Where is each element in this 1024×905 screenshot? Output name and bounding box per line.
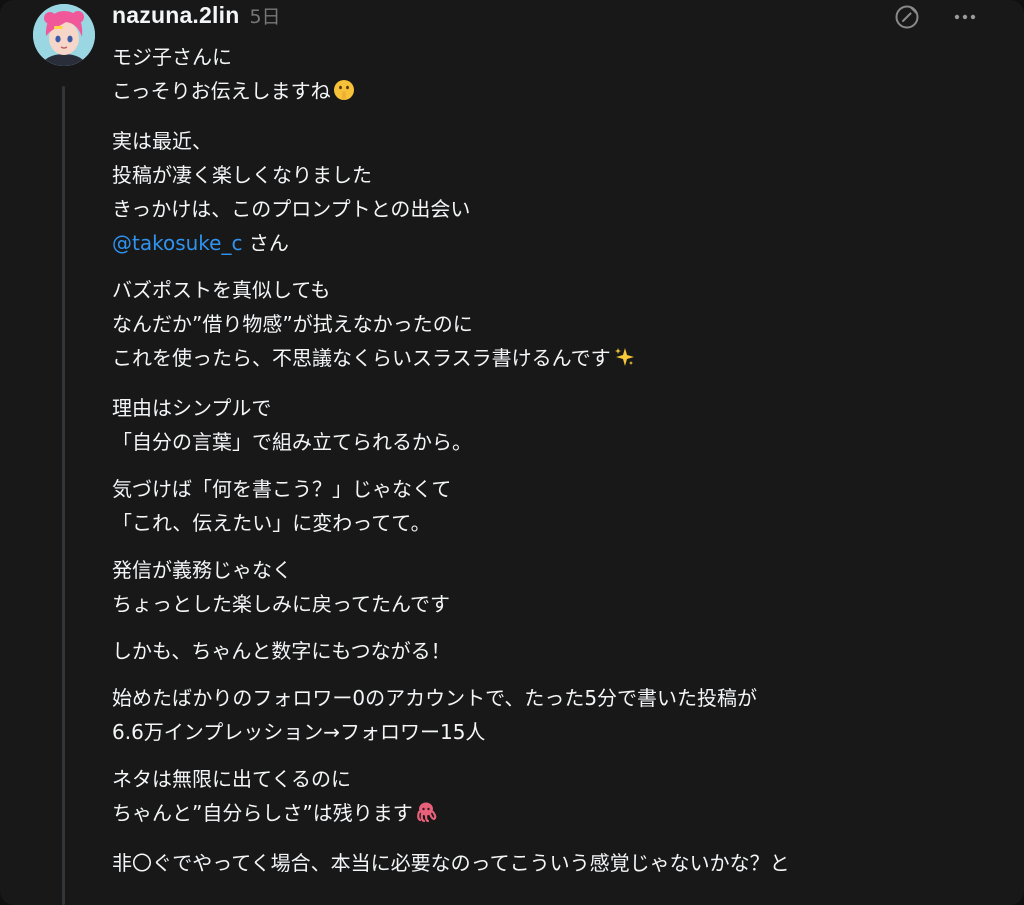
more-options-button[interactable] — [950, 2, 980, 32]
text-line: 6.6万インプレッション→フォロワー15人 — [112, 720, 486, 744]
text-line: ちょっとした楽しみに戻ってたんです — [112, 592, 450, 616]
text-line: 非〇ぐでやってく場合、本当に必要なのってこういう感覚じゃないかな？と — [112, 851, 790, 875]
text-line: バズポストを真似しても — [112, 278, 331, 302]
paragraph: しかも、ちゃんと数字にもつながる！ — [112, 634, 992, 668]
text-line: 実は最近、 — [112, 129, 212, 153]
octopus-emoji-icon — [415, 799, 437, 833]
text-line: 「自分の言葉」で組み立てられるから。 — [112, 430, 472, 454]
avatar-illustration-icon — [33, 4, 95, 66]
edit-slash-icon — [895, 5, 919, 29]
text-line: なんだか”借り物感”が拭えなかったのに — [112, 312, 473, 336]
shushing-face-emoji-icon — [333, 77, 355, 111]
text-line: しかも、ちゃんと数字にもつながる！ — [112, 639, 451, 663]
text-line: 投稿が凄く楽しくなりました — [112, 163, 372, 187]
text-line: こっそりお伝えしますね — [112, 74, 992, 111]
text-line: 「これ、伝えたい」に変わってて。 — [112, 511, 431, 535]
text-line: これを使ったら、不思議なくらいスラスラ書けるんです — [112, 341, 992, 378]
post-header: nazuna.2lin 5日 — [112, 2, 281, 36]
more-horizontal-icon — [954, 14, 976, 20]
text-line: 発信が義務じゃなく — [112, 558, 292, 582]
post-body: モジ子さんに こっそりお伝えしますね 実は最近、 投稿が凄く楽しくなりました き… — [112, 40, 992, 893]
text-line: @takosuke_c さん — [112, 231, 289, 255]
paragraph: モジ子さんに こっそりお伝えしますね — [112, 40, 992, 111]
paragraph: 気づけば「何を書こう？」じゃなくて 「これ、伝えたい」に変わってて。 — [112, 472, 992, 540]
thread-post-card: nazuna.2lin 5日 モジ子さんに こっそりお伝えしますね 実は最近、 … — [0, 0, 1024, 905]
paragraph: バズポストを真似しても なんだか”借り物感”が拭えなかったのに これを使ったら、… — [112, 273, 992, 378]
post-actions — [892, 2, 980, 32]
timestamp[interactable]: 5日 — [249, 2, 280, 29]
text-line: ネタは無限に出てくるのに — [112, 767, 351, 791]
text-line: ちゃんと”自分らしさ”は残ります — [112, 796, 992, 833]
text-line: モジ子さんに — [112, 45, 232, 69]
text-line: 始めたばかりのフォロワー0のアカウントで、たった5分で書いた投稿が — [112, 686, 758, 710]
text-line: きっかけは、このプロンプトとの出会い — [112, 197, 471, 221]
text-line: 理由はシンプルで — [112, 396, 272, 420]
text-line: 気づけば「何を書こう？」じゃなくて — [112, 477, 452, 501]
paragraph: 始めたばかりのフォロワー0のアカウントで、たった5分で書いた投稿が 6.6万イン… — [112, 681, 992, 749]
paragraph: 発信が義務じゃなく ちょっとした楽しみに戻ってたんです — [112, 553, 992, 621]
paragraph: ネタは無限に出てくるのに ちゃんと”自分らしさ”は残ります — [112, 762, 992, 833]
paragraph: 非〇ぐでやってく場合、本当に必要なのってこういう感覚じゃないかな？と — [112, 846, 992, 880]
paragraph: 理由はシンプルで 「自分の言葉」で組み立てられるから。 — [112, 391, 992, 459]
avatar[interactable] — [33, 4, 95, 66]
username[interactable]: nazuna.2lin — [112, 2, 239, 29]
mention-link[interactable]: @takosuke_c — [112, 231, 242, 255]
paragraph: 実は最近、 投稿が凄く楽しくなりました きっかけは、このプロンプトとの出会い @… — [112, 124, 992, 260]
edit-button[interactable] — [892, 2, 922, 32]
sparkles-emoji-icon — [613, 344, 635, 378]
thread-line — [62, 86, 65, 905]
